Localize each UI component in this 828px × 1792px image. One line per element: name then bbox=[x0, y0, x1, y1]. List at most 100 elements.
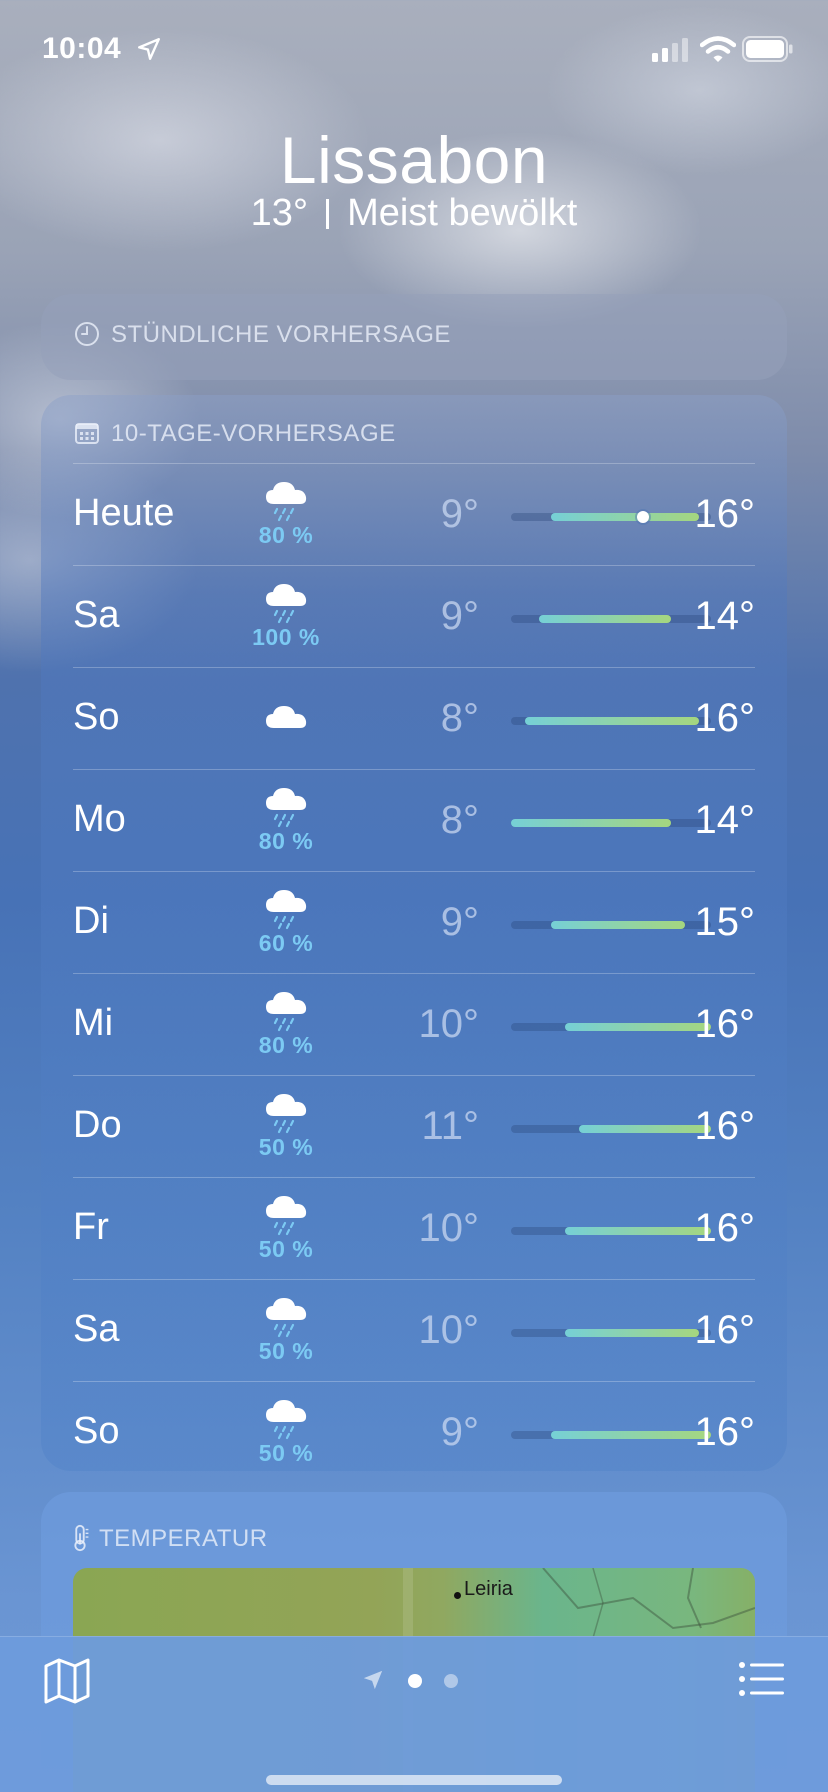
low-temperature: 10° bbox=[418, 1308, 480, 1352]
temperature-range-bar bbox=[511, 921, 711, 929]
current-temperature: 13° bbox=[250, 192, 309, 234]
temperature-range-fill bbox=[551, 921, 685, 929]
temperature-range-bar bbox=[511, 717, 711, 725]
hourly-forecast-title: STÜNDLICHE VORHERSAGE bbox=[73, 320, 451, 349]
forecast-row[interactable]: Mi 80 % 10° 16° bbox=[73, 973, 755, 1075]
forecast-row[interactable]: So 50 % 9° 16° bbox=[73, 1381, 755, 1483]
precipitation-chance: 50 % bbox=[258, 1134, 314, 1160]
forecast-row[interactable]: Heute 80 % 9° 16° bbox=[73, 463, 755, 565]
temperature-title: TEMPERATUR bbox=[69, 1524, 268, 1553]
map-location-dot bbox=[454, 1592, 461, 1599]
day-label: Mo bbox=[73, 798, 126, 840]
high-temperature: 15° bbox=[694, 900, 756, 944]
cloud-rain-icon bbox=[266, 992, 307, 1032]
day-label: Heute bbox=[73, 492, 175, 534]
cloud-rain-icon bbox=[266, 1400, 307, 1440]
bottom-toolbar bbox=[0, 1636, 828, 1792]
cloud-icon bbox=[266, 706, 307, 728]
temperature-range-fill bbox=[539, 615, 671, 623]
page-dot[interactable] bbox=[444, 1674, 458, 1688]
forecast-row[interactable]: Fr 50 % 10° 16° bbox=[73, 1177, 755, 1279]
day-label: Mi bbox=[73, 1002, 114, 1044]
cloud-rain-icon bbox=[266, 584, 307, 624]
high-temperature: 16° bbox=[694, 696, 756, 740]
temperature-range-fill bbox=[551, 1431, 711, 1439]
temperature-range-bar bbox=[511, 1227, 711, 1235]
temperature-range-fill bbox=[565, 1329, 699, 1337]
page-indicator[interactable] bbox=[362, 1667, 472, 1695]
high-temperature: 14° bbox=[694, 798, 756, 842]
high-temperature: 16° bbox=[694, 1410, 756, 1454]
low-temperature: 8° bbox=[440, 696, 479, 740]
day-label: Di bbox=[73, 900, 109, 942]
cloud-rain-icon bbox=[266, 1196, 307, 1236]
ten-day-forecast-card[interactable]: 10-TAGE-VORHERSAGE Heute 80 % 9° 16° Sa 100 %… bbox=[41, 395, 787, 1471]
cloud-rain-icon bbox=[266, 788, 307, 828]
low-temperature: 10° bbox=[418, 1002, 480, 1046]
low-temperature: 8° bbox=[440, 798, 479, 842]
temperature-range-bar bbox=[511, 819, 711, 827]
low-temperature: 9° bbox=[440, 900, 479, 944]
hourly-forecast-label: STÜNDLICHE VORHERSAGE bbox=[111, 321, 451, 348]
cloud-rain-icon bbox=[266, 1298, 307, 1338]
forecast-row[interactable]: So 8° 16° bbox=[73, 667, 755, 769]
temperature-range-fill bbox=[511, 819, 671, 827]
low-temperature: 9° bbox=[440, 594, 479, 638]
ten-day-forecast-label: 10-TAGE-VORHERSAGE bbox=[111, 420, 396, 447]
city-name: Lissabon bbox=[279, 123, 549, 197]
current-conditions: 13° Meist bewölkt bbox=[0, 192, 828, 235]
forecast-row[interactable]: Mo 80 % 8° 14° bbox=[73, 769, 755, 871]
high-temperature: 16° bbox=[694, 1308, 756, 1352]
precipitation-chance: 60 % bbox=[258, 930, 314, 956]
day-label: So bbox=[73, 696, 120, 738]
temperature-range-fill bbox=[565, 1023, 711, 1031]
precipitation-chance: 50 % bbox=[258, 1338, 314, 1364]
forecast-row[interactable]: Do 50 % 11° 16° bbox=[73, 1075, 755, 1177]
day-label: Sa bbox=[73, 1308, 120, 1350]
precipitation-chance: 100 % bbox=[252, 624, 320, 650]
day-label: Do bbox=[73, 1104, 122, 1146]
day-label: So bbox=[73, 1410, 120, 1452]
temperature-range-bar bbox=[511, 511, 711, 523]
wifi-icon bbox=[700, 36, 736, 62]
high-temperature: 16° bbox=[694, 492, 756, 536]
day-label: Fr bbox=[73, 1206, 109, 1248]
high-temperature: 16° bbox=[694, 1002, 756, 1046]
home-indicator[interactable] bbox=[266, 1775, 562, 1785]
page-dot-active[interactable] bbox=[408, 1674, 422, 1688]
forecast-row[interactable]: Sa 50 % 10° 16° bbox=[73, 1279, 755, 1381]
high-temperature: 14° bbox=[694, 594, 756, 638]
temperature-range-bar bbox=[511, 1023, 711, 1031]
battery-icon bbox=[742, 36, 793, 62]
ten-day-forecast-title: 10-TAGE-VORHERSAGE bbox=[73, 419, 396, 448]
hourly-forecast-card[interactable]: STÜNDLICHE VORHERSAGE bbox=[41, 294, 787, 380]
low-temperature: 9° bbox=[440, 492, 479, 536]
temperature-range-fill bbox=[551, 513, 699, 521]
temperature-range-bar bbox=[511, 1125, 711, 1133]
precipitation-chance: 80 % bbox=[258, 1032, 314, 1058]
forecast-rows: Heute 80 % 9° 16° Sa 100 % 9° 14° So 8° 16° Mo 80 % 8… bbox=[73, 463, 755, 1483]
list-icon[interactable] bbox=[738, 1659, 786, 1699]
temperature-range-fill bbox=[565, 1227, 711, 1235]
low-temperature: 9° bbox=[440, 1410, 479, 1454]
forecast-row[interactable]: Sa 100 % 9° 14° bbox=[73, 565, 755, 667]
calendar-icon bbox=[75, 423, 99, 444]
low-temperature: 11° bbox=[421, 1104, 479, 1148]
cloud-rain-icon bbox=[266, 482, 307, 522]
precipitation-chance: 50 % bbox=[258, 1236, 314, 1262]
precipitation-chance: 80 % bbox=[258, 828, 314, 854]
cloud-rain-icon bbox=[266, 890, 307, 930]
temperature-label: TEMPERATUR bbox=[99, 1525, 268, 1552]
separator bbox=[326, 199, 330, 229]
day-label: Sa bbox=[73, 594, 120, 636]
high-temperature: 16° bbox=[694, 1206, 756, 1250]
clock-icon bbox=[75, 322, 99, 346]
forecast-row[interactable]: Di 60 % 9° 15° bbox=[73, 871, 755, 973]
location-arrow-icon bbox=[363, 1670, 383, 1690]
temperature-range-bar bbox=[511, 1329, 711, 1337]
temperature-range-bar bbox=[511, 615, 711, 623]
location-arrow-icon bbox=[138, 38, 160, 60]
condition-text: Meist bewölkt bbox=[347, 192, 578, 234]
map-icon[interactable] bbox=[42, 1657, 92, 1705]
low-temperature: 10° bbox=[418, 1206, 480, 1250]
